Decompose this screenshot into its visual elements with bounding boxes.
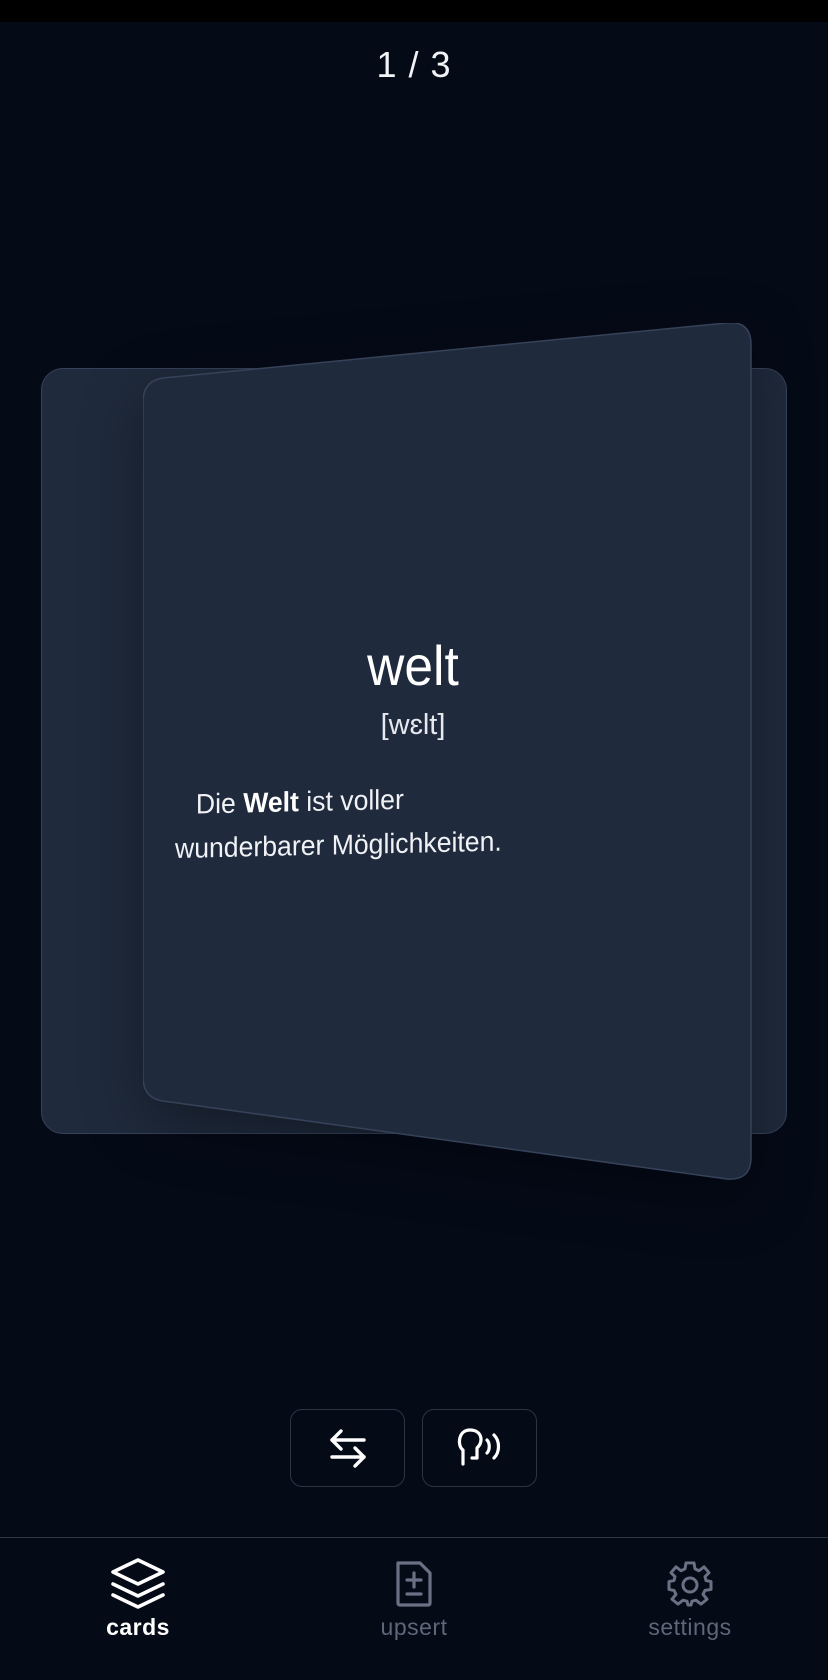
nav-item-settings[interactable]: settings — [590, 1556, 790, 1641]
nav-label-cards: cards — [106, 1614, 170, 1640]
example-highlight-word: Welt — [243, 786, 299, 819]
nav-label-upsert: upsert — [380, 1614, 448, 1640]
nav-item-upsert[interactable]: upsert — [314, 1556, 514, 1641]
speak-icon — [457, 1428, 500, 1466]
example-text-before: Die — [195, 787, 244, 820]
nav-item-cards[interactable]: cards — [38, 1556, 238, 1641]
card-phonetic: [wɛlt] — [380, 709, 446, 741]
flashcard-content: welt [wɛlt] Die Welt ist voller wunderba… — [143, 323, 752, 1180]
stack-icon — [111, 1558, 165, 1609]
card-word: welt — [367, 634, 459, 697]
speak-button[interactable] — [422, 1409, 537, 1487]
swap-arrows-icon — [329, 1429, 366, 1468]
card-example-sentence: Die Welt ist voller wunderbarer Möglichk… — [175, 774, 555, 871]
file-diff-icon — [396, 1561, 432, 1607]
gear-icon — [667, 1561, 713, 1607]
card-controls — [290, 1409, 537, 1487]
swap-button[interactable] — [290, 1409, 405, 1487]
flashcard[interactable]: welt [wɛlt] Die Welt ist voller wunderba… — [143, 323, 752, 1180]
nav-label-settings: settings — [648, 1614, 732, 1640]
bottom-navigation: cards upsert settings — [0, 1537, 828, 1680]
